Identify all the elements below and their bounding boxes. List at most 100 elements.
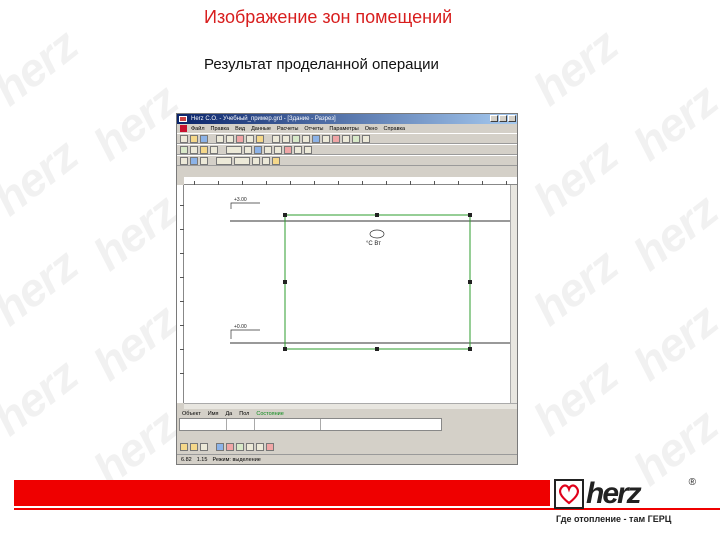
object-icon[interactable] — [180, 442, 188, 451]
footer-red-bar — [14, 480, 550, 506]
toolbar-separator — [210, 135, 214, 143]
selection-handle[interactable] — [375, 347, 379, 351]
undo-icon[interactable] — [272, 134, 280, 143]
measure-icon[interactable] — [272, 156, 280, 165]
print-icon[interactable] — [216, 134, 224, 143]
ortho-icon[interactable] — [262, 156, 270, 165]
folder-icon[interactable] — [190, 442, 198, 451]
panel-tab-floor[interactable]: Пол — [239, 411, 249, 417]
selection-handle[interactable] — [283, 280, 287, 284]
sort-icon[interactable] — [256, 442, 264, 451]
selection-handle[interactable] — [468, 213, 472, 217]
selection-handle[interactable] — [375, 213, 379, 217]
snap-icon[interactable] — [252, 156, 260, 165]
filter-icon[interactable] — [246, 442, 254, 451]
toolbar-standard — [177, 133, 517, 144]
menu-file[interactable]: Файл — [191, 126, 205, 132]
minimize-button[interactable] — [490, 115, 498, 122]
toolbar-drawing — [177, 144, 517, 155]
delete-icon[interactable] — [226, 442, 234, 451]
find-icon[interactable] — [302, 134, 310, 143]
view-select[interactable] — [234, 156, 250, 165]
menu-view[interactable]: Вид — [235, 126, 245, 132]
menu-window[interactable]: Окно — [365, 126, 378, 132]
selection-handle[interactable] — [468, 280, 472, 284]
floor-icon[interactable] — [254, 145, 262, 154]
selection-handle[interactable] — [283, 213, 287, 217]
menu-calculations[interactable]: Расчеты — [277, 126, 298, 132]
app-window: Herz C.O. - Учебный_пример.grd - [Здание… — [176, 113, 518, 465]
print-preview-icon[interactable] — [226, 134, 234, 143]
warning-icon[interactable] — [266, 442, 274, 451]
copy-icon[interactable] — [246, 134, 254, 143]
settings-icon[interactable] — [352, 134, 360, 143]
redo-icon[interactable] — [282, 134, 290, 143]
logo-wordmark: herz — [586, 477, 642, 510]
line-icon[interactable] — [190, 145, 198, 154]
registered-mark: ® — [688, 477, 696, 488]
room-zone[interactable] — [284, 214, 471, 350]
selection-handle[interactable] — [283, 347, 287, 351]
status-mode: Режим: выделение — [212, 456, 261, 463]
wall-icon[interactable] — [322, 134, 330, 143]
watermark-text: herz — [0, 348, 87, 446]
zoom-in-icon[interactable] — [190, 156, 198, 165]
level-label-bottom: +0.00 — [234, 324, 247, 330]
toolbar-separator — [210, 157, 214, 165]
calculate-icon[interactable] — [332, 134, 340, 143]
radiator-icon[interactable] — [284, 145, 292, 154]
window-titlebar[interactable]: Herz C.O. - Учебный_пример.grd - [Здание… — [177, 114, 517, 124]
selection-handle[interactable] — [468, 347, 472, 351]
list-icon[interactable] — [200, 442, 208, 451]
window-element-icon[interactable] — [264, 145, 272, 154]
watermark-text: herz — [523, 348, 627, 446]
menu-parameters[interactable]: Параметры — [329, 126, 358, 132]
zoom-out-icon[interactable] — [200, 156, 208, 165]
menu-help[interactable]: Справка — [384, 126, 406, 132]
app-icon — [179, 116, 187, 122]
select-icon[interactable] — [180, 145, 188, 154]
help-icon[interactable] — [362, 134, 370, 143]
watermark-text: herz — [83, 73, 187, 171]
layer-icon[interactable] — [244, 145, 252, 154]
maximize-button[interactable] — [499, 115, 507, 122]
vertical-scrollbar[interactable] — [510, 185, 517, 403]
panel-tab-yes[interactable]: Да — [225, 411, 232, 417]
grid-icon[interactable] — [180, 156, 188, 165]
properties-icon[interactable] — [216, 442, 224, 451]
panel-tab-state[interactable]: Состояние — [256, 411, 283, 417]
toolbar-separator — [220, 146, 224, 154]
scale-select[interactable] — [216, 156, 232, 165]
open-folder-icon[interactable] — [190, 134, 198, 143]
pipe-icon[interactable] — [294, 145, 302, 154]
status-coord-x: 6.82 — [181, 456, 192, 463]
cut-icon[interactable] — [236, 134, 244, 143]
document-icon — [180, 125, 187, 132]
window-controls — [490, 115, 516, 122]
properties-grid[interactable] — [179, 418, 442, 431]
properties-panel: Объект Имя Да Пол Состояние — [177, 409, 517, 433]
drawing-canvas[interactable]: +3.00 +0.00 °C Вт — [184, 185, 517, 403]
new-file-icon[interactable] — [180, 134, 188, 143]
level-marker-top — [230, 202, 260, 209]
door-element-icon[interactable] — [274, 145, 282, 154]
menu-reports[interactable]: Отчеты — [304, 126, 323, 132]
watermark-text: herz — [83, 293, 187, 391]
move-icon[interactable] — [210, 145, 218, 154]
close-button[interactable] — [508, 115, 516, 122]
room-icon[interactable] — [312, 134, 320, 143]
valve-icon[interactable] — [304, 145, 312, 154]
menu-data[interactable]: Данные — [251, 126, 271, 132]
room-label: °C Вт — [366, 241, 381, 247]
paste-icon[interactable] — [256, 134, 264, 143]
menu-edit[interactable]: Правка — [211, 126, 230, 132]
zoom-icon[interactable] — [292, 134, 300, 143]
rectangle-icon[interactable] — [200, 145, 208, 154]
save-icon[interactable] — [200, 134, 208, 143]
level-select[interactable] — [226, 145, 242, 154]
panel-tab-object[interactable]: Объект — [182, 411, 201, 417]
panel-tab-name[interactable]: Имя — [208, 411, 219, 417]
watermark-text: herz — [523, 238, 627, 336]
report-icon[interactable] — [342, 134, 350, 143]
check-icon[interactable] — [236, 442, 244, 451]
